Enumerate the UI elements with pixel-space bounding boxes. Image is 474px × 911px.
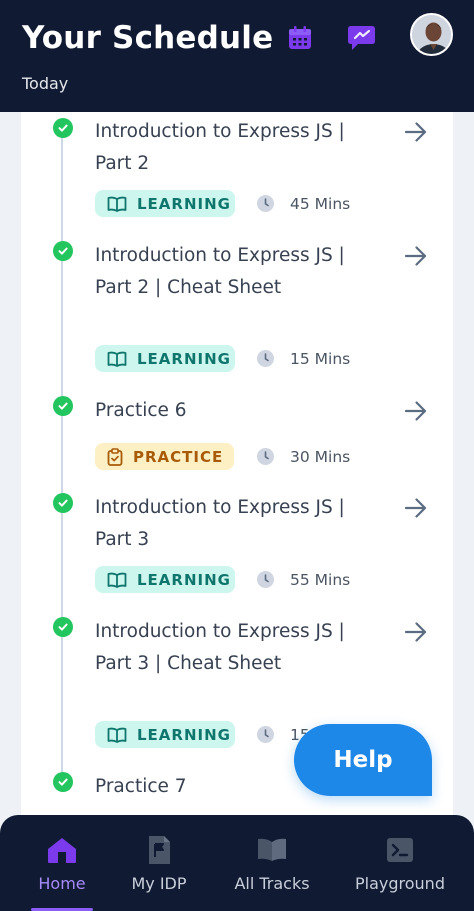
item-title: Introduction to Express JS | Part 3 [95,497,345,550]
check-icon [53,396,73,416]
clock-icon [257,448,274,465]
clock-icon [257,195,274,212]
help-button[interactable]: Help [294,724,432,796]
practice-tag: PRACTICE [95,443,234,470]
clock-icon [257,726,274,743]
check-icon [53,617,73,637]
nav-label: Playground [355,874,445,893]
duration-label: 45 Mins [290,195,351,213]
item-title: Practice 6 [95,400,187,421]
clipboard-icon [107,447,123,466]
arrow-right-icon[interactable] [403,119,429,145]
book-icon [107,572,127,588]
check-icon [53,772,73,792]
tag-label: LEARNING [137,349,231,368]
check-icon [53,241,73,261]
terminal-icon [386,835,414,865]
book-icon [107,196,127,212]
calendar-icon[interactable] [284,22,316,54]
tag-label: LEARNING [137,194,231,213]
nav-all-tracks[interactable]: All Tracks [226,815,318,911]
tag-label: LEARNING [137,725,231,744]
arrow-right-icon[interactable] [403,398,429,424]
nav-label: My IDP [131,874,187,893]
page-subtitle: Today [22,74,69,93]
open-book-icon [256,835,288,865]
arrow-right-icon[interactable] [403,619,429,645]
book-icon [107,351,127,367]
app-header: Your Schedule Today [0,0,474,112]
clock-icon [257,571,274,588]
learning-tag: LEARNING [95,190,235,217]
chat-icon[interactable] [346,22,378,54]
timeline-line [61,128,63,788]
check-icon [53,118,73,138]
learning-tag: LEARNING [95,721,235,748]
tag-label: PRACTICE [133,447,224,466]
learning-tag: LEARNING [95,566,235,593]
nav-my-idp[interactable]: My IDP [119,815,199,911]
bottom-nav: Home My IDP All Tracks Playground [0,815,474,911]
nav-home[interactable]: Home [22,815,102,911]
learning-tag: LEARNING [95,345,235,372]
tag-label: LEARNING [137,570,231,589]
avatar[interactable] [410,13,453,56]
home-icon [46,835,78,865]
document-flag-icon [146,835,172,865]
item-title: Introduction to Express JS | Part 2 | Ch… [95,245,345,298]
book-icon [107,727,127,743]
arrow-right-icon[interactable] [403,243,429,269]
nav-label: Home [38,874,86,893]
duration-label: 55 Mins [290,571,351,589]
check-icon [53,493,73,513]
clock-icon [257,350,274,367]
page-title: Your Schedule [22,20,274,56]
duration-label: 15 Mins [290,350,351,368]
nav-label: All Tracks [234,874,310,893]
duration-label: 30 Mins [290,448,351,466]
item-title: Introduction to Express JS | Part 2 [95,121,345,174]
item-title: Introduction to Express JS | Part 3 | Ch… [95,621,345,674]
nav-playground[interactable]: Playground [352,815,448,911]
arrow-right-icon[interactable] [403,495,429,521]
